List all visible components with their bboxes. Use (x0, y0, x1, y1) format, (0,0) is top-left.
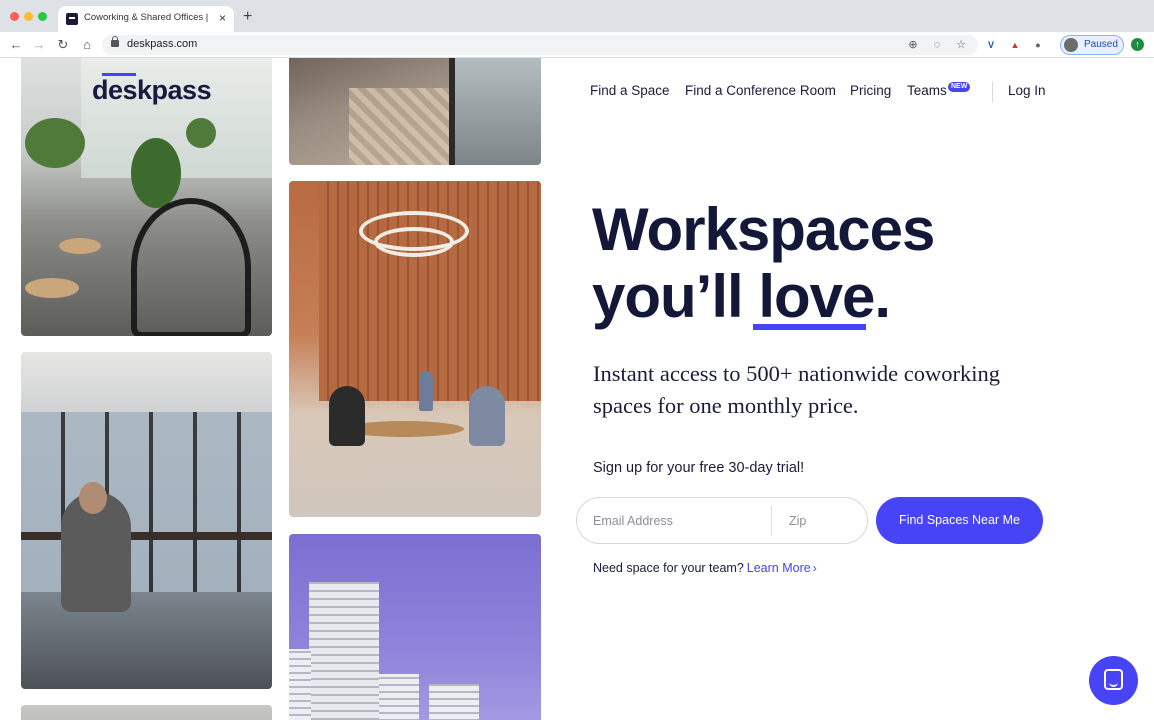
gray-extension-icon[interactable]: ● (1031, 38, 1045, 52)
browser-tab-strip: Coworking & Shared Offices | D × + (0, 0, 1154, 32)
tab-title: Coworking & Shared Offices | D (84, 12, 210, 23)
hero-highlight-underline (753, 324, 866, 330)
hero-title-prefix: you’ll (592, 263, 759, 330)
update-icon[interactable]: ↑ (1131, 38, 1144, 51)
tracking-blocked-icon[interactable]: ◌ (929, 37, 945, 53)
hero-title-line-1: Workspaces (592, 196, 935, 263)
trial-heading: Sign up for your free 30-day trial! (593, 460, 805, 476)
nav-conference-room[interactable]: Find a Conference Room (685, 83, 836, 98)
hero-title-suffix: . (874, 263, 891, 330)
office-floor-photo (289, 58, 541, 165)
woman-working-photo (21, 352, 272, 689)
find-spaces-button[interactable]: Find Spaces Near Me (876, 497, 1043, 544)
zoom-icon[interactable]: ⊕ (905, 37, 921, 53)
url-text: deskpass.com (127, 38, 198, 50)
lock-icon[interactable] (111, 36, 119, 47)
city-buildings-photo (289, 534, 541, 720)
v-extension-icon[interactable]: V (984, 38, 998, 52)
deskpass-favicon-icon (66, 13, 78, 25)
logo-wordmark: deskpass (92, 75, 212, 105)
page-content: deskpass Find a Space Find a Conference … (0, 58, 1154, 720)
chat-launcher-button[interactable] (1089, 656, 1138, 705)
zip-field[interactable] (789, 511, 859, 531)
profile-paused-button[interactable]: Paused (1060, 35, 1124, 55)
reload-button[interactable]: ↻ (54, 36, 72, 54)
team-prompt-text: Need space for your team? (593, 561, 744, 575)
forward-button[interactable]: → (30, 36, 48, 54)
learn-more-link[interactable]: Learn More (747, 561, 811, 575)
avatar (1064, 38, 1078, 52)
new-tab-button[interactable]: + (243, 8, 252, 26)
lobby-meeting-photo (289, 181, 541, 517)
minimize-window-button[interactable] (24, 12, 33, 21)
hero-title-line-2: you’ll love. (592, 263, 891, 331)
ceiling-lights-photo (21, 705, 272, 720)
browser-toolbar: ← → ↻ ⌂ deskpass.com ⊕ ◌ ☆ V ▲ ● Paused … (0, 32, 1154, 58)
nav-teams[interactable]: Teams (907, 83, 947, 98)
nav-pricing[interactable]: Pricing (850, 83, 891, 98)
chevron-right-icon[interactable]: › (813, 561, 817, 575)
close-window-button[interactable] (10, 12, 19, 21)
nav-divider (992, 82, 993, 102)
back-button[interactable]: ← (7, 36, 25, 54)
profile-paused-label: Paused (1084, 39, 1118, 50)
browser-tab[interactable]: Coworking & Shared Offices | D × (58, 6, 234, 32)
red-extension-icon[interactable]: ▲ (1008, 38, 1022, 52)
email-field[interactable] (593, 511, 763, 531)
tab-close-icon[interactable]: × (219, 11, 226, 25)
new-badge: NEW (948, 82, 971, 92)
team-prompt: Need space for your team? Learn More › (593, 561, 817, 575)
address-bar[interactable]: deskpass.com ⊕ ◌ ☆ (102, 35, 978, 55)
home-button[interactable]: ⌂ (78, 36, 96, 54)
form-divider (771, 506, 772, 536)
nav-find-space[interactable]: Find a Space (590, 83, 670, 98)
hero-title-highlight: love (758, 263, 875, 330)
maximize-window-button[interactable] (38, 12, 47, 21)
nav-login[interactable]: Log In (1008, 83, 1046, 98)
bookmark-star-icon[interactable]: ☆ (953, 37, 969, 53)
hero-subtitle: Instant access to 500+ nationwide cowork… (593, 361, 1000, 418)
signup-form (576, 497, 868, 544)
chat-icon (1104, 669, 1123, 690)
